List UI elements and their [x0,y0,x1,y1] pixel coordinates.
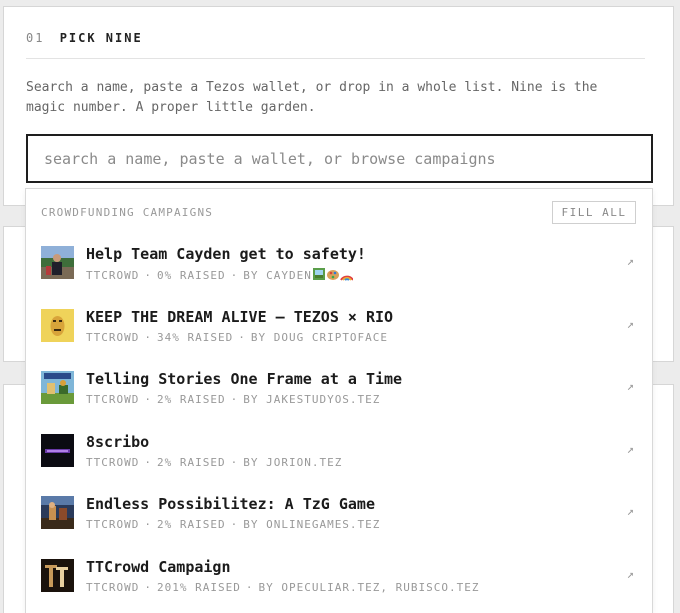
campaign-raised: 201% RAISED [156,580,241,594]
campaign-raised: 34% RAISED [156,330,234,344]
meta-separator: · [144,330,152,344]
fill-all-button[interactable]: FILL ALL [552,201,636,224]
campaign-source: TTCROWD [86,455,140,469]
meta-separator: · [230,393,239,406]
campaign-raised: 2% RAISED [156,518,226,531]
external-link-icon: ↗ [626,254,634,268]
meta-separator: · [230,518,239,531]
meta-separator: · [144,580,152,594]
campaign-source: TTCROWD [86,269,140,282]
campaign-item[interactable]: Telling Stories One Frame at a Time TTCR… [26,354,652,417]
dream-alive-campaign-thumb [41,308,74,342]
meta-separator: · [230,269,239,282]
external-link-icon: ↗ [626,441,634,456]
campaign-raised: 0% RAISED [156,269,226,282]
meta-separator: · [144,518,152,531]
meta-separator: · [144,455,152,469]
campaign-meta: TTCROWD · 2% RAISED · BY JORION.TEZ [86,456,342,469]
section-intro: Search a name, paste a Tezos wallet, or … [26,80,598,115]
campaign-title: Help Team Cayden get to safety! [86,245,366,263]
pick-nine-card: 01 PICK NINE Search a name, paste a Tezo… [3,6,674,206]
ttcrowd-campaign-thumb [41,558,74,592]
endless-possibilitez-campaign-thumb [41,496,74,529]
campaign-author: BY JORION.TEZ [243,455,343,469]
campaign-title: 8scribo [86,432,150,451]
campaign-meta: TTCROWD · 2% RAISED · BY JAKESTUDYOS.TEZ [86,393,380,406]
campaign-dropdown: CROWDFUNDING CAMPAIGNS FILL ALL Help Tea… [25,188,653,613]
external-link-icon: ↗ [626,316,634,331]
section-header: 01 PICK NINE [26,31,143,45]
section-title: PICK NINE [59,31,143,45]
campaign-title: TTCrowd Campaign [86,557,231,576]
section-number: 01 [26,31,45,45]
external-link-icon: ↗ [626,504,634,518]
campaign-author: BY ONLINEGAMES.TEZ [243,518,381,531]
meta-separator: · [144,393,152,406]
campaign-source: TTCROWD [86,393,140,406]
search-box[interactable] [26,134,653,183]
campaign-meta: TTCROWD · 34% RAISED · BY DOUG CRIPTOFACE [86,331,388,344]
section-divider [26,58,645,59]
campaign-author: BY JAKESTUDYOS.TEZ [243,393,381,406]
campaign-item[interactable]: Endless Possibilitez: A TzG Game TTCROWD… [26,479,652,542]
campaign-title: Telling Stories One Frame at a Time [86,370,403,388]
campaign-meta: TTCROWD · 0% RAISED · BY CAYDEN [86,268,354,284]
telling-stories-campaign-thumb [41,371,74,404]
meta-separator: · [238,330,246,344]
campaign-source: TTCROWD [86,580,140,594]
campaign-item[interactable]: Help Team Cayden get to safety! TTCROWD ·… [26,229,652,292]
campaign-author: BY CAYDEN [243,269,312,282]
external-link-icon: ↗ [626,566,634,581]
campaign-source: TTCROWD [86,330,140,344]
search-input[interactable] [28,136,651,181]
meta-separator: · [245,580,254,594]
campaign-list: Help Team Cayden get to safety! TTCROWD ·… [26,229,652,604]
campaign-author: BY DOUG CRIPTOFACE [250,330,389,344]
campaign-source: TTCROWD [86,518,140,531]
campaign-raised: 2% RAISED [156,455,226,469]
meta-separator: · [230,455,239,469]
dropdown-heading: CROWDFUNDING CAMPAIGNS [41,206,214,219]
campaign-raised: 2% RAISED [156,393,226,406]
campaign-item[interactable]: KEEP THE DREAM ALIVE — TEZOS × RIO TTCRO… [26,292,652,355]
cayden-campaign-thumb [41,246,74,279]
campaign-author: BY OPECULIAR.TEZ, RUBISCO.TEZ [258,580,480,594]
campaign-meta: TTCROWD · 2% RAISED · BY ONLINEGAMES.TEZ [86,518,380,531]
campaign-item[interactable]: TTCrowd Campaign TTCROWD · 201% RAISED · BY … [26,542,652,605]
campaign-title: KEEP THE DREAM ALIVE — TEZOS × RIO [86,307,394,326]
external-link-icon: ↗ [626,379,634,393]
8scribo-campaign-thumb [41,433,74,467]
meta-separator: · [144,269,152,282]
campaign-title: Endless Possibilitez: A TzG Game [86,495,375,513]
author-emoji-icons [312,268,354,284]
campaign-item[interactable]: 8scribo TTCROWD · 2% RAISED · BY JORION.TEZ … [26,417,652,480]
campaign-meta: TTCROWD · 201% RAISED · BY OPECULIAR.TEZ, RU… [86,581,480,594]
